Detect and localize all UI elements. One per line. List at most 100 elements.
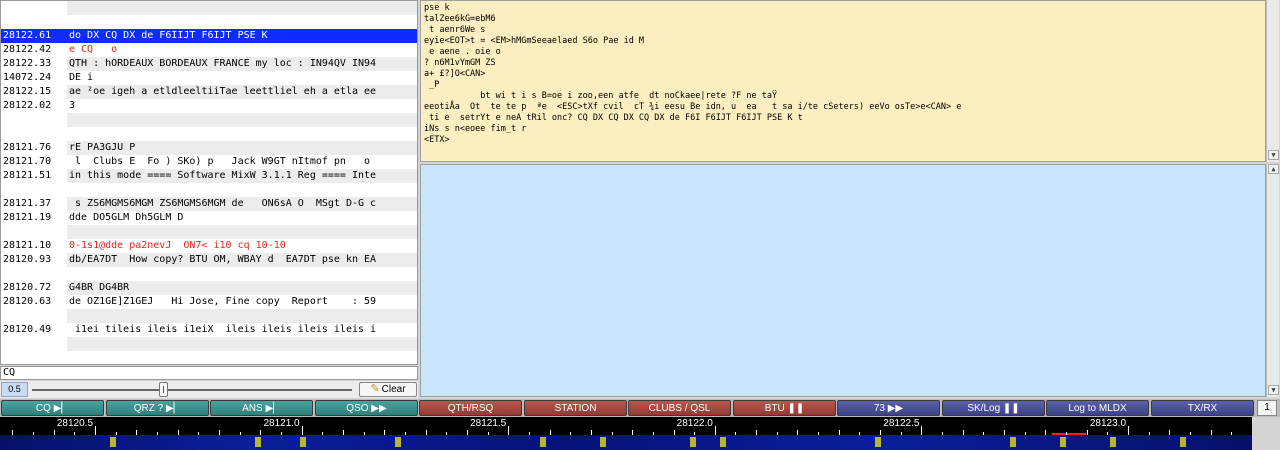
macro-button[interactable]: STATION — [524, 400, 627, 416]
filter-input[interactable]: CQ — [0, 366, 418, 380]
macro-button[interactable]: QRZ ? ▶▏ — [106, 400, 209, 416]
signal-frequency — [1, 225, 67, 239]
waterfall-signal-trace — [395, 437, 401, 447]
signal-frequency: 28120.49 — [3, 324, 52, 335]
signal-row[interactable]: 28120.72 G4BR DG4BR — [1, 281, 417, 295]
signal-frequency — [1, 127, 67, 141]
signal-row[interactable]: 28120.49 i1ei tileis ileis i1eiX ileis i… — [1, 323, 417, 337]
threshold-slider-row: 0.5 ✎ Clear — [0, 381, 418, 398]
signal-row[interactable]: 28121.19 dde DO5GLM Dh5GLM D — [1, 211, 417, 225]
slider-thumb[interactable] — [159, 382, 169, 397]
macro-button[interactable]: ANS ▶▏ — [210, 400, 313, 416]
signal-frequency — [1, 15, 67, 29]
waterfall-signal-trace — [1180, 437, 1186, 447]
signal-row[interactable]: 28121.51 in this mode ==== Software MixW … — [1, 169, 417, 183]
macro-button[interactable]: 73 ▶▶ — [837, 400, 940, 416]
waterfall-display[interactable] — [0, 435, 1252, 450]
signal-row[interactable]: 28122.61 do DX CQ DX de F6IIJT F6IJT PSE … — [1, 29, 417, 43]
rx-text-line: eeotiÅa Ot te te p ªe <ESC>tXf cvil cT ¾… — [424, 102, 962, 112]
signal-frequency: 28121.76 — [1, 141, 67, 155]
signal-frequency — [1, 113, 67, 127]
signal-frequency: 28122.33 — [1, 57, 67, 71]
tx-scrollbar[interactable]: ▲ ▼ — [1266, 164, 1279, 397]
signal-frequency: 28120.93 — [1, 253, 67, 267]
macro-button-bar: 1 CQ ▶▏ QRZ ? ▶▏ ANS ▶▏ QSO ▶▶ QTH/RSQ STATIO… — [0, 399, 1280, 417]
frequency-tick — [714, 426, 716, 435]
signal-row[interactable] — [1, 127, 417, 141]
rx-text-line: _P — [424, 80, 440, 90]
signal-message: db/EA7DT How copy? BTU OM, WBAY d EA7DT … — [67, 253, 417, 267]
rx-text-line: pse k — [424, 3, 450, 13]
signal-row[interactable]: 28122.15 ae ²oe igeh a etldleeltiiTae lee… — [1, 85, 417, 99]
scroll-up-icon[interactable]: ▲ — [1268, 164, 1279, 174]
signal-message — [67, 113, 417, 127]
signal-row[interactable]: 28122.42 e CQ o — [1, 43, 417, 57]
frequency-label: 28122.0 — [676, 418, 713, 429]
clear-button[interactable]: ✎ Clear — [359, 382, 417, 397]
waterfall-signal-trace — [300, 437, 306, 447]
macro-button[interactable]: CQ ▶▏ — [1, 400, 104, 416]
macro-button[interactable]: SK/Log ❚❚ — [942, 400, 1045, 416]
signal-row[interactable] — [1, 1, 417, 15]
signal-message: ae ²oe igeh a etldleeltiiTae leettliel e… — [67, 85, 417, 99]
rx-scrollbar[interactable]: ▼ — [1266, 0, 1279, 162]
frequency-label: 28121.5 — [470, 418, 507, 429]
scroll-down-icon[interactable]: ▼ — [1268, 385, 1279, 395]
signal-frequency: 28120.72 — [1, 281, 67, 295]
signal-frequency: 28121.37 — [1, 197, 67, 211]
signal-row[interactable]: 28122.02 3 — [1, 99, 417, 113]
signal-row[interactable]: 28121.76 rE PA3GJU P — [1, 141, 417, 155]
signal-message — [67, 267, 417, 281]
signal-row[interactable]: 28122.33 QTH : hORDEAUX BORDEAUX FRANCE m… — [1, 57, 417, 71]
rx-text-line: eyie<EOT>t = <EM>hMGmSeeaelaed S6o Pae i… — [424, 36, 645, 46]
frequency-scale[interactable]: 28120.5 28121.0 28121.5 28122.0 28122.5 28123… — [0, 417, 1252, 435]
signal-row[interactable]: 28121.37 s ZS6MGMS6MGM ZS6MGMS6MGM de ON… — [1, 197, 417, 211]
signal-row[interactable] — [1, 337, 417, 351]
macro-button[interactable]: CLUBS / QSL — [628, 400, 731, 416]
signal-message: dde DO5GLM Dh5GLM D — [69, 212, 184, 223]
signal-row[interactable] — [1, 225, 417, 239]
signal-frequency: 28121.10 — [3, 240, 52, 251]
signal-row[interactable]: 28120.63 de OZ1GE]Z1GEJ Hi Jose, Fine cop… — [1, 295, 417, 309]
macro-button[interactable]: QTH/RSQ — [419, 400, 522, 416]
macro-button[interactable]: QSO ▶▶ — [315, 400, 418, 416]
clear-button-label: Clear — [381, 384, 406, 395]
signal-row[interactable]: 28121.70 l Clubs E Fo ) SKo) p Jack W9GT… — [1, 155, 417, 169]
receive-text-pane[interactable]: pse k talZee6kG=ebM6 t aenr6We s eyie<EOT>… — [420, 0, 1266, 162]
frequency-tick — [95, 426, 97, 435]
frequency-label: 28120.5 — [56, 418, 94, 429]
signal-message: 3 — [69, 100, 76, 111]
signal-message: l Clubs E Fo ) SKo) p Jack W9GT nItmof p… — [69, 156, 371, 167]
signal-browser-list[interactable]: 28122.61 do DX CQ DX de F6IIJT F6IJT PSE … — [0, 0, 418, 365]
macro-button[interactable]: BTU ❚❚ — [733, 400, 836, 416]
signal-row[interactable] — [1, 113, 417, 127]
rx-text-line: bt wi t i s B=oe i zoo,een atfe dt noCka… — [424, 91, 778, 101]
signal-frequency: 28122.61 — [1, 29, 67, 43]
waterfall-signal-trace — [1060, 437, 1066, 447]
signal-frequency: 28121.19 — [3, 212, 52, 223]
signal-message — [67, 225, 417, 239]
signal-message: G4BR DG4BR — [67, 281, 417, 295]
signal-message: i1ei tileis ileis i1eiX ileis ileis ilei… — [69, 324, 377, 335]
frequency-tick — [301, 426, 303, 435]
signal-frequency: 28122.15 — [1, 85, 67, 99]
signal-row[interactable] — [1, 309, 417, 323]
transmit-text-pane[interactable] — [420, 164, 1266, 397]
macro-button[interactable]: TX/RX — [1151, 400, 1254, 416]
scroll-down-icon[interactable]: ▼ — [1268, 150, 1279, 160]
signal-row[interactable] — [1, 183, 417, 197]
signal-frequency — [1, 309, 67, 323]
macro-button[interactable]: Log to MLDX — [1046, 400, 1149, 416]
macro-page-indicator[interactable]: 1 — [1257, 400, 1277, 416]
signal-row[interactable]: 28120.93 db/EA7DT How copy? BTU OM, WBAY … — [1, 253, 417, 267]
slider-track[interactable] — [32, 389, 352, 391]
waterfall-signal-trace — [875, 437, 881, 447]
signal-row[interactable] — [1, 15, 417, 29]
broom-icon: ✎ — [370, 383, 380, 395]
signal-message — [67, 183, 417, 197]
signal-row[interactable] — [1, 267, 417, 281]
signal-row[interactable]: 28121.10 0-1s1@dde pa2nevJ ON7< i10 cq 10… — [1, 239, 417, 253]
slider-value-field[interactable]: 0.5 — [1, 382, 28, 397]
signal-row[interactable]: 14072.24 DE i — [1, 71, 417, 85]
rx-text-line: talZee6kG=ebM6 — [424, 14, 496, 24]
